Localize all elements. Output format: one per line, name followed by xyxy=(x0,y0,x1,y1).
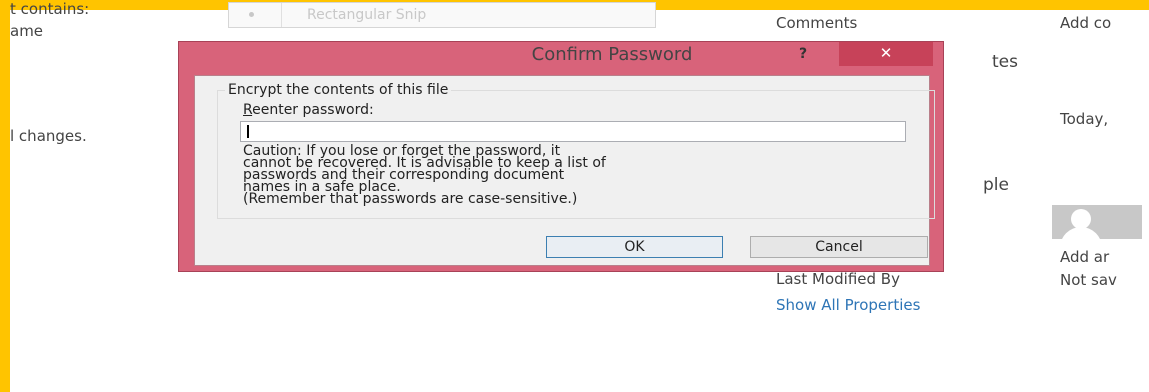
caution-text: Caution: If you lose or forget the passw… xyxy=(243,143,606,207)
last-modified-value: Not sav xyxy=(1060,271,1117,289)
rectangular-snip-button[interactable]: Rectangular Snip xyxy=(228,2,656,28)
cancel-button[interactable]: Cancel xyxy=(750,236,928,258)
password-input[interactable] xyxy=(240,121,906,142)
bg-text-changes: l changes. xyxy=(10,127,87,145)
people-heading: ple xyxy=(983,175,1009,195)
add-author-link[interactable]: Add ar xyxy=(1060,248,1109,266)
show-all-properties-link[interactable]: Show All Properties xyxy=(776,296,920,314)
snip-label: Rectangular Snip xyxy=(307,7,427,23)
reenter-password-label: Reenter password: xyxy=(243,102,374,118)
radio-dot-icon xyxy=(249,11,254,17)
divider xyxy=(281,3,282,27)
date-value: Today, xyxy=(1060,110,1109,128)
ok-button[interactable]: OK xyxy=(546,236,723,258)
close-button[interactable]: ✕ xyxy=(839,42,933,66)
bg-text-name: ame xyxy=(10,22,44,40)
dialog-title: Confirm Password xyxy=(531,44,693,65)
dialog-body: Encrypt the contents of this file Reente… xyxy=(194,75,935,266)
highlight-frame-left xyxy=(0,0,10,392)
group-label: Encrypt the contents of this file xyxy=(225,82,452,98)
avatar-icon xyxy=(1052,205,1142,239)
confirm-password-dialog: Confirm Password ? ✕ Encrypt the content… xyxy=(178,41,944,272)
close-icon: ✕ xyxy=(879,44,893,62)
dates-heading: tes xyxy=(992,52,1018,72)
comments-label: Comments xyxy=(776,14,858,32)
bg-text-contains: t contains: xyxy=(10,0,90,18)
last-modified-label: Last Modified By xyxy=(776,270,900,288)
help-icon[interactable]: ? xyxy=(799,46,807,62)
comments-value[interactable]: Add co xyxy=(1060,14,1111,32)
text-caret xyxy=(247,125,249,138)
